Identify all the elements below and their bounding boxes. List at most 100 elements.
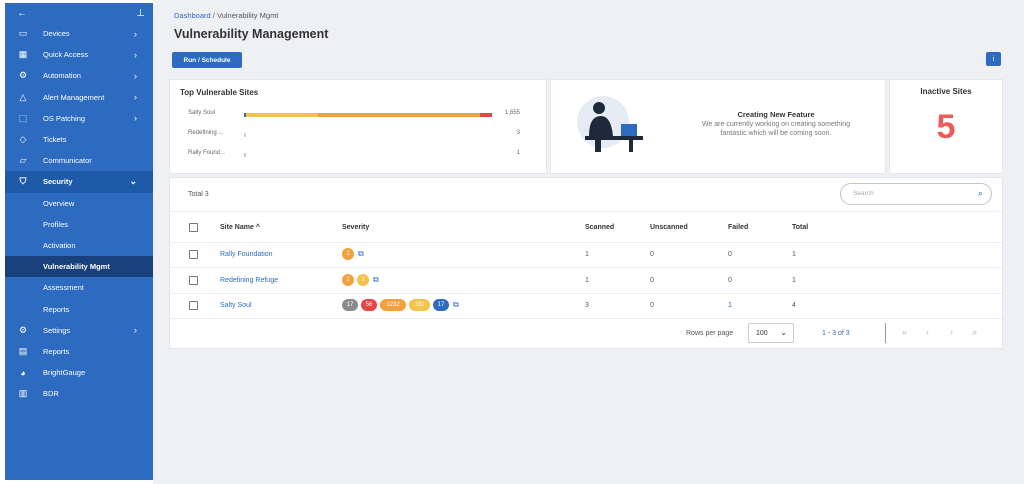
sidebar-item-reports[interactable]: ▤ Reports bbox=[5, 341, 153, 362]
cell-unscanned: 0 bbox=[650, 251, 654, 258]
cell-scanned: 1 bbox=[585, 276, 589, 284]
header-site-name[interactable]: Site Name ^ bbox=[220, 224, 260, 231]
sidebar-nav-bottom: ⚙ Settings › ▤ Reports ◕ BrightGauge ▥ BDR bbox=[5, 320, 153, 405]
cell-total: 4 bbox=[792, 302, 796, 309]
submenu-item-reports[interactable]: Reports bbox=[5, 298, 153, 319]
sidebar-item-settings[interactable]: ⚙ Settings › bbox=[5, 320, 153, 341]
table-row[interactable]: Salty Soul 17 56 1232 331 17 ⧉ 3 0 1 4 bbox=[170, 293, 1002, 318]
site-name-link[interactable]: Salty Soul bbox=[220, 302, 252, 309]
external-link-icon[interactable]: ⧉ bbox=[373, 275, 379, 285]
severity-pill[interactable]: 2 bbox=[342, 273, 354, 286]
header-unscanned[interactable]: Unscanned bbox=[650, 224, 688, 231]
report-icon: ▤ bbox=[18, 345, 28, 356]
table-row[interactable]: Rally Foundation 1 ⧉ 1 0 0 1 bbox=[170, 242, 1002, 267]
table-row[interactable]: Redefining Refuge 2 1 ⧉ 1 0 0 1 bbox=[170, 268, 1002, 293]
new-feature-card: Creating New Feature We are currently wo… bbox=[550, 79, 886, 174]
sidebar-item-automation[interactable]: ⚙ Automation › bbox=[5, 65, 153, 86]
cell-unscanned: 0 bbox=[650, 276, 654, 284]
bar-segment bbox=[244, 153, 246, 157]
severity-pill[interactable]: 1 bbox=[342, 248, 354, 260]
pagination-range: 1 - 3 of 3 bbox=[822, 330, 850, 337]
bar-segment bbox=[479, 113, 492, 117]
site-name-link[interactable]: Rally Foundation bbox=[220, 251, 273, 258]
sidebar-item-tickets[interactable]: ◇ Tickets bbox=[5, 129, 153, 150]
cell-scanned: 3 bbox=[585, 302, 589, 309]
run-schedule-button[interactable]: Run / Schedule bbox=[172, 52, 242, 68]
back-arrow-icon[interactable]: ← bbox=[17, 8, 27, 19]
severity-pill[interactable]: 1232 bbox=[380, 299, 406, 311]
main-content: Dashboard / Vulnerability Mgmt Vulnerabi… bbox=[153, 0, 1024, 484]
sidebar-item-label: BDR bbox=[43, 389, 59, 399]
sites-table-card: Total 3 Search ⌕ Site Name ^ Severity Sc… bbox=[169, 177, 1003, 349]
total-count: Total 3 bbox=[188, 191, 209, 198]
bar-segment bbox=[246, 113, 319, 117]
severity-pill[interactable]: 17 bbox=[433, 299, 449, 311]
last-page-icon[interactable]: » bbox=[972, 327, 977, 337]
submenu-item-assessment[interactable]: Assessment bbox=[5, 277, 153, 298]
inactive-sites-card: Inactive Sites 5 bbox=[889, 79, 1003, 174]
rows-per-page-select[interactable]: 100 ⌄ bbox=[748, 323, 794, 343]
first-page-icon[interactable]: « bbox=[902, 327, 907, 337]
sidebar-item-devices[interactable]: ▭ Devices › bbox=[5, 23, 153, 44]
submenu-item-overview[interactable]: Overview bbox=[5, 193, 153, 214]
submenu-item-profiles[interactable]: Profiles bbox=[5, 214, 153, 235]
severity-pill[interactable]: 56 bbox=[361, 299, 377, 311]
sidebar-item-brightgauge[interactable]: ◕ BrightGauge bbox=[5, 362, 153, 383]
submenu-item-activation[interactable]: Activation bbox=[5, 235, 153, 256]
sidebar-item-communicator[interactable]: ▱ Communicator bbox=[5, 150, 153, 171]
cell-failed: 1 bbox=[728, 302, 732, 309]
bar-value: 1,655 bbox=[504, 110, 520, 116]
header-scanned[interactable]: Scanned bbox=[585, 224, 614, 231]
row-checkbox[interactable] bbox=[189, 301, 198, 310]
search-placeholder: Search bbox=[853, 190, 874, 197]
sidebar-header: ← ⊥ bbox=[5, 3, 153, 23]
sidebar-item-quick-access[interactable]: ▦ Quick Access › bbox=[5, 44, 153, 65]
sidebar-item-label: Automation bbox=[43, 71, 81, 81]
pin-icon[interactable]: ⊥ bbox=[136, 8, 145, 19]
select-all-checkbox[interactable] bbox=[189, 223, 198, 232]
feature-text-line1: We are currently working on creating som… bbox=[701, 121, 851, 128]
cell-scanned: 1 bbox=[585, 251, 589, 258]
sidebar-item-label: OS Patching bbox=[43, 113, 86, 123]
submenu-item-vulnerability-mgmt[interactable]: Vulnerability Mgmt bbox=[5, 256, 153, 278]
severity-pill[interactable]: 17 bbox=[342, 299, 358, 311]
bar-track bbox=[244, 113, 492, 117]
prev-page-icon[interactable]: ‹ bbox=[926, 327, 929, 337]
sidebar-item-label: Devices bbox=[43, 29, 70, 39]
severity-pill[interactable]: 1 bbox=[357, 273, 369, 286]
chevron-right-icon: › bbox=[134, 113, 137, 124]
cell-total: 1 bbox=[792, 276, 796, 284]
severity-pill[interactable]: 331 bbox=[409, 299, 430, 311]
rows-per-page-label: Rows per page bbox=[686, 330, 734, 337]
sidebar-item-label: Reports bbox=[43, 346, 70, 356]
sidebar-item-alert-management[interactable]: △ Alert Management › bbox=[5, 87, 153, 108]
top-vulnerable-sites-card: Top Vulnerable Sites Salty Soul 1,655 Rede… bbox=[169, 79, 547, 174]
grid-icon: ▦ bbox=[18, 49, 28, 60]
external-link-icon[interactable]: ⧉ bbox=[453, 300, 459, 310]
breadcrumb-dashboard[interactable]: Dashboard bbox=[174, 11, 211, 20]
sidebar-nav: ▭ Devices › ▦ Quick Access › ⚙ Automation › △ Aler… bbox=[5, 23, 153, 171]
sidebar-item-label: Communicator bbox=[43, 156, 92, 166]
row-checkbox[interactable] bbox=[189, 275, 198, 285]
row-checkbox[interactable] bbox=[189, 250, 198, 259]
search-input[interactable]: Search ⌕ bbox=[840, 183, 992, 205]
settings-icon: ⚙ bbox=[18, 324, 28, 335]
site-name-link[interactable]: Redefining Refuge bbox=[220, 277, 278, 284]
header-severity[interactable]: Severity bbox=[342, 224, 369, 231]
external-link-icon[interactable]: ⧉ bbox=[358, 249, 364, 259]
sidebar-item-bdr[interactable]: ▥ BDR bbox=[5, 383, 153, 404]
inactive-count[interactable]: 5 bbox=[890, 108, 1002, 147]
header-site-name-label: Site Name bbox=[220, 224, 254, 231]
info-button[interactable]: i bbox=[986, 52, 1001, 66]
sidebar-item-label: Alert Management bbox=[43, 92, 105, 102]
chevron-right-icon: › bbox=[134, 325, 137, 336]
feature-text-line2: fantastic which will be coming soon. bbox=[720, 130, 832, 137]
chevron-right-icon: › bbox=[134, 70, 137, 81]
next-page-icon[interactable]: › bbox=[950, 327, 953, 337]
sidebar-item-security[interactable]: ⛉ Security ⌄ bbox=[5, 171, 153, 193]
header-total[interactable]: Total bbox=[792, 224, 808, 231]
sidebar-item-os-patching[interactable]: ⬚ OS Patching › bbox=[5, 108, 153, 129]
patch-icon: ⬚ bbox=[18, 112, 28, 123]
header-failed[interactable]: Failed bbox=[728, 224, 748, 231]
bar-row: Rally Found... 1 bbox=[170, 150, 546, 160]
